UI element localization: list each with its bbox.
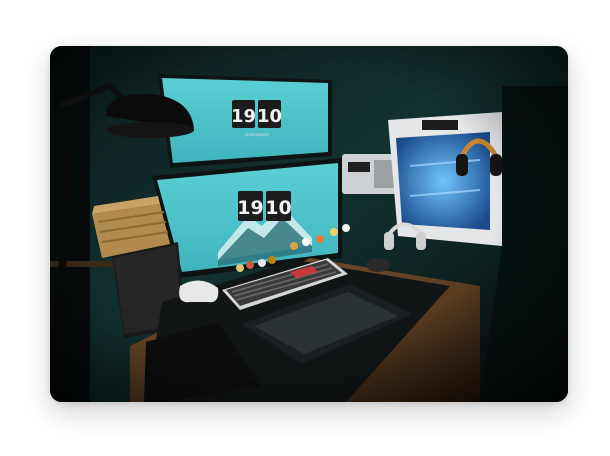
photo-card: 19 10 screensaver 19 10	[50, 46, 568, 402]
vignette	[50, 46, 568, 402]
desk-setup-photo: 19 10 screensaver 19 10	[50, 46, 568, 402]
